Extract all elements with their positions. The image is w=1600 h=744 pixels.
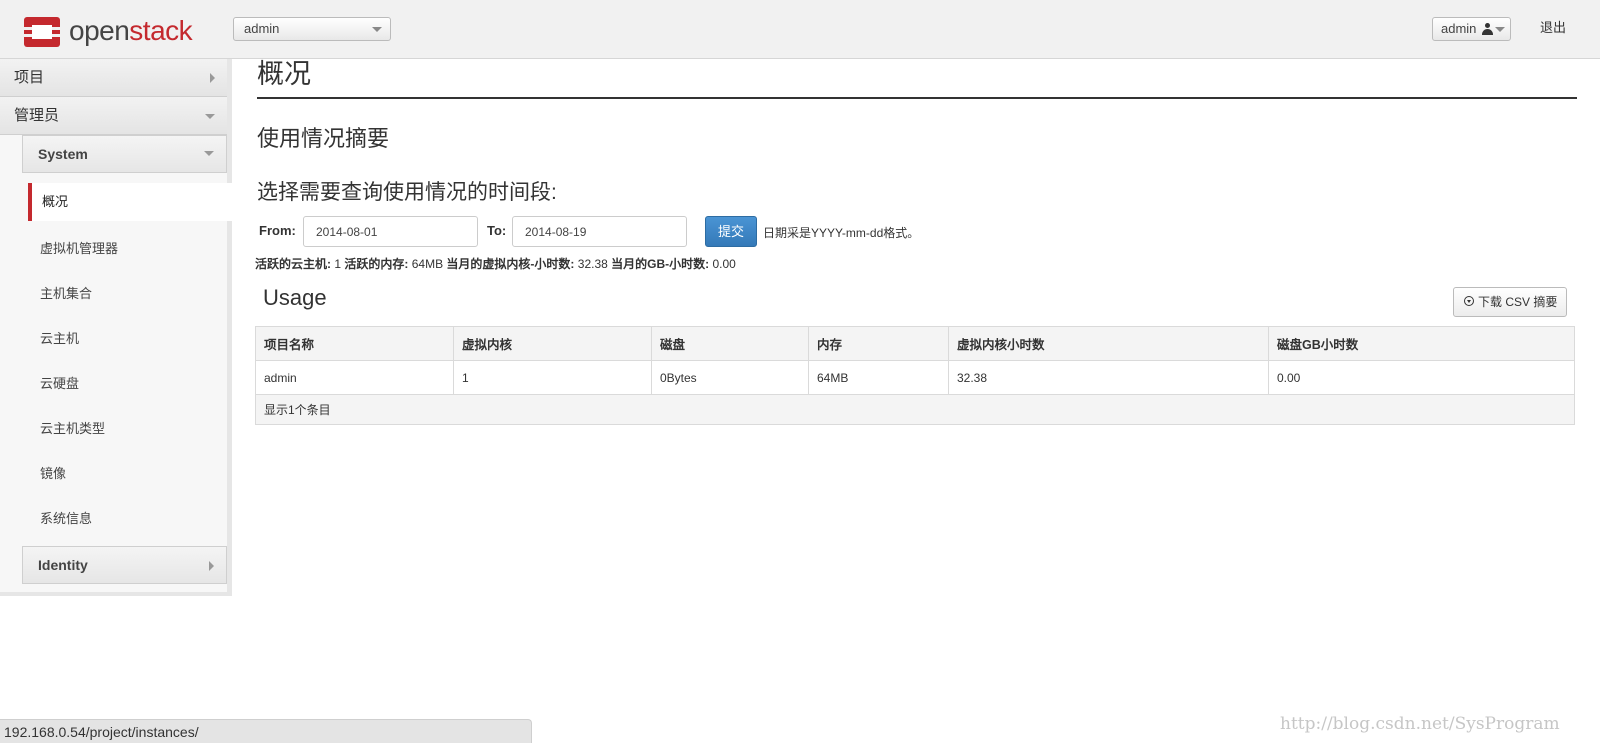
sidebar-item-label: 镜像: [40, 466, 67, 481]
page-title: 概况: [257, 59, 1577, 99]
chevron-right-icon: [209, 561, 214, 571]
column-header[interactable]: 虚拟内核小时数: [948, 326, 1269, 361]
from-label: From:: [259, 223, 296, 238]
table-cell: 1: [453, 360, 652, 395]
logo-text: openstack: [69, 13, 193, 49]
date-range-form: From: To: 提交 日期采是YYYY-mm-dd格式。: [257, 216, 1157, 248]
table-header-row: 项目名称 虚拟内核 磁盘 内存 虚拟内核小时数 磁盘GB小时数: [255, 326, 1575, 361]
table-cell: 64MB: [808, 360, 949, 395]
watermark: http://blog.csdn.net/SysProgram: [1280, 714, 1560, 734]
sidebar-item-label: 云主机类型: [40, 421, 106, 436]
section-title: 使用情况摘要: [257, 126, 390, 151]
table-row: admin 1 0Bytes 64MB 32.38 0.00: [255, 360, 1575, 395]
chevron-down-icon: [372, 27, 382, 32]
usage-table: 项目名称 虚拟内核 磁盘 内存 虚拟内核小时数 磁盘GB小时数 admin 1 …: [255, 326, 1575, 425]
to-date-input[interactable]: [512, 216, 687, 247]
sidebar-item-label: 系统信息: [40, 511, 93, 526]
usage-title: Usage: [263, 285, 327, 310]
column-header[interactable]: 项目名称: [255, 326, 454, 361]
sidebar: 项目 管理员 System 概况 虚拟机管理器 主机集合 云主机 云硬盘 云主机…: [0, 59, 236, 596]
sidebar-item-hypervisors[interactable]: 虚拟机管理器: [28, 230, 227, 268]
sidebar-item-images[interactable]: 镜像: [28, 455, 227, 493]
logout-link[interactable]: 退出: [1540, 17, 1566, 39]
chevron-down-icon: [204, 151, 214, 156]
user-menu-label: admin: [1441, 21, 1477, 36]
table-cell: 32.38: [948, 360, 1269, 395]
sidebar-panel-label: 项目: [14, 69, 45, 86]
stat-label: 当月的虚拟内核-小时数:: [446, 257, 575, 271]
sidebar-item-volumes[interactable]: 云硬盘: [28, 365, 227, 403]
sidebar-panel-project[interactable]: 项目: [0, 59, 227, 97]
column-header[interactable]: 磁盘GB小时数: [1268, 326, 1575, 361]
download-icon: [1464, 296, 1474, 306]
date-range-title: 选择需要查询使用情况的时间段:: [257, 181, 557, 204]
openstack-logo[interactable]: openstack: [24, 13, 193, 49]
sidebar-group-label: Identity: [38, 557, 88, 573]
logo-text-stack: stack: [129, 15, 193, 46]
stat-label: 活跃的云主机:: [255, 257, 331, 271]
usage-stats: 活跃的云主机: 1 活跃的内存: 64MB 当月的虚拟内核-小时数: 32.38…: [255, 255, 736, 272]
table-footer-row: 显示1个条目: [255, 394, 1575, 425]
sidebar-item-label: 云硬盘: [40, 376, 80, 391]
sidebar-group-system[interactable]: System: [22, 135, 227, 173]
stat-value: 0.00: [712, 257, 736, 271]
stat-label: 当月的GB-小时数:: [611, 257, 710, 271]
date-format-hint: 日期采是YYYY-mm-dd格式。: [763, 226, 920, 240]
column-header[interactable]: 虚拟内核: [453, 326, 652, 361]
sidebar-item-system-info[interactable]: 系统信息: [28, 500, 227, 538]
sidebar-group-identity[interactable]: Identity: [22, 546, 227, 584]
table-footer: 显示1个条目: [255, 394, 1575, 425]
stat-label: 活跃的内存:: [344, 257, 409, 271]
sidebar-item-instances[interactable]: 云主机: [28, 320, 227, 358]
submit-button[interactable]: 提交: [705, 216, 757, 247]
sidebar-panel-admin[interactable]: 管理员: [0, 97, 227, 135]
table-cell: 0.00: [1268, 360, 1575, 395]
sidebar-item-label: 虚拟机管理器: [40, 241, 119, 256]
project-selector-value: admin: [244, 21, 280, 36]
column-header[interactable]: 内存: [808, 326, 949, 361]
to-label: To:: [487, 223, 507, 238]
chevron-down-icon: [205, 114, 215, 119]
column-header[interactable]: 磁盘: [651, 326, 809, 361]
stat-value: 1: [334, 257, 342, 271]
sidebar-item-host-aggregates[interactable]: 主机集合: [28, 275, 227, 313]
sidebar-group-label: System: [38, 146, 88, 162]
stat-value: 64MB: [411, 257, 444, 271]
top-bar: openstack admin admin 退出: [0, 0, 1600, 59]
user-icon: [1482, 23, 1493, 35]
openstack-logo-icon: [24, 13, 60, 49]
from-date-input[interactable]: [303, 216, 478, 247]
sidebar-item-overview[interactable]: 概况: [28, 183, 236, 221]
sidebar-item-label: 概况: [42, 194, 69, 209]
sidebar-item-label: 主机集合: [40, 286, 93, 301]
sidebar-panel-label: 管理员: [14, 107, 60, 124]
status-url: 192.168.0.54/project/instances/: [0, 719, 532, 743]
logo-text-open: open: [69, 15, 130, 46]
download-csv-label: 下载 CSV 摘要: [1478, 295, 1558, 309]
chevron-down-icon: [1495, 27, 1505, 32]
table-cell: 0Bytes: [651, 360, 809, 395]
stat-value: 32.38: [577, 257, 608, 271]
chevron-right-icon: [210, 73, 215, 83]
download-csv-button[interactable]: 下载 CSV 摘要: [1453, 287, 1567, 317]
user-menu[interactable]: admin: [1432, 17, 1511, 41]
sidebar-item-flavors[interactable]: 云主机类型: [28, 410, 227, 448]
sidebar-item-label: 云主机: [40, 331, 80, 346]
table-cell: admin: [255, 360, 454, 395]
project-selector[interactable]: admin: [233, 17, 391, 41]
